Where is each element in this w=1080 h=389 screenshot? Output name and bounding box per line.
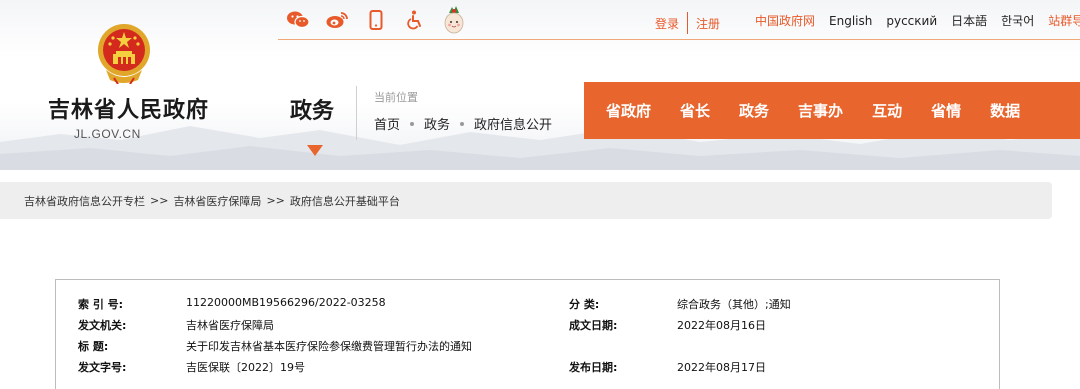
breadcrumb-separator: >>	[150, 194, 169, 207]
russian-link[interactable]: русский	[886, 14, 937, 28]
weibo-icon[interactable]	[326, 9, 348, 31]
korean-link[interactable]: 한국어	[1001, 12, 1034, 29]
site-domain: JL.GOV.CN	[74, 127, 141, 141]
category-value: 综合政务（其他）;通知	[677, 298, 791, 311]
mascot-icon[interactable]	[443, 6, 465, 34]
created-date-label: 成文日期:	[569, 319, 618, 332]
register-link[interactable]: 注册	[696, 15, 720, 32]
top-icons	[287, 6, 482, 34]
nav-item-affairs[interactable]: 政务	[739, 100, 769, 121]
title-label: 标 题:	[78, 340, 109, 353]
nav-item-data[interactable]: 数据	[990, 100, 1020, 121]
english-link[interactable]: English	[829, 14, 872, 28]
topbar-divider	[278, 39, 1080, 40]
header-vertical-divider	[356, 86, 357, 140]
accessibility-icon[interactable]	[404, 9, 426, 31]
published-date-value: 2022年08月17日	[677, 361, 766, 374]
breadcrumb-item[interactable]: 政府信息公开基础平台	[290, 193, 400, 209]
auth-divider	[687, 12, 689, 34]
published-date-label: 发布日期:	[569, 361, 618, 374]
document-info-box: 索 引 号: 11220000MB19566296/2022-03258 分 类…	[55, 279, 1000, 389]
mobile-icon[interactable]	[365, 9, 387, 31]
login-link[interactable]: 登录	[655, 15, 679, 32]
section-arrow-icon	[307, 145, 323, 156]
nav-item-governor[interactable]: 省长	[680, 100, 710, 121]
japanese-link[interactable]: 日本語	[951, 12, 987, 29]
auth-links: 登录 注册	[655, 12, 720, 34]
location-home-link[interactable]: 首页	[374, 114, 400, 133]
nav-item-province-info[interactable]: 省情	[931, 100, 961, 121]
index-no-label: 索 引 号:	[78, 298, 124, 311]
main-nav: 省政府 省长 政务 吉事办 互动 省情 数据	[584, 82, 1080, 139]
issuer-label: 发文机关:	[78, 319, 127, 332]
gov-cn-link[interactable]: 中国政府网	[755, 12, 815, 29]
site-name[interactable]: 吉林省人民政府	[48, 92, 209, 124]
location-disclosure-link[interactable]: 政府信息公开	[474, 114, 552, 133]
breadcrumb-separator: >>	[266, 194, 285, 207]
top-bar: 登录 注册 中国政府网 English русский 日本語 한국어 站群导航	[0, 0, 1080, 40]
breadcrumb-item[interactable]: 吉林省政府信息公开专栏	[24, 193, 145, 209]
location-path: 首页 政务 政府信息公开	[374, 114, 552, 133]
nav-item-provincial-gov[interactable]: 省政府	[606, 100, 651, 121]
index-no-value: 11220000MB19566296/2022-03258	[186, 296, 386, 309]
section-title: 政务	[290, 98, 335, 124]
nav-item-jishiban[interactable]: 吉事办	[798, 100, 843, 121]
category-label: 分 类:	[569, 298, 600, 311]
location-caption: 当前位置	[374, 91, 418, 104]
location-affairs-link[interactable]: 政务	[424, 114, 450, 133]
nav-item-interaction[interactable]: 互动	[872, 100, 902, 121]
national-emblem-icon[interactable]	[96, 22, 152, 84]
created-date-value: 2022年08月16日	[677, 319, 766, 332]
breadcrumb: 吉林省政府信息公开专栏 >> 吉林省医疗保障局 >> 政府信息公开基础平台	[0, 182, 1052, 219]
doc-no-value: 吉医保联〔2022〕19号	[186, 361, 305, 374]
breadcrumb-item[interactable]: 吉林省医疗保障局	[173, 193, 261, 209]
title-value: 关于印发吉林省基本医疗保险参保缴费管理暂行办法的通知	[186, 340, 472, 353]
wechat-icon[interactable]	[287, 9, 309, 31]
language-links: 中国政府网 English русский 日本語 한국어 站群导航	[755, 12, 1080, 29]
location-dot-icon	[410, 121, 415, 126]
issuer-value: 吉林省医疗保障局	[186, 319, 274, 332]
location-dot-icon	[460, 121, 465, 126]
doc-no-label: 发文字号:	[78, 361, 127, 374]
site-group-nav-link[interactable]: 站群导航	[1048, 12, 1080, 29]
